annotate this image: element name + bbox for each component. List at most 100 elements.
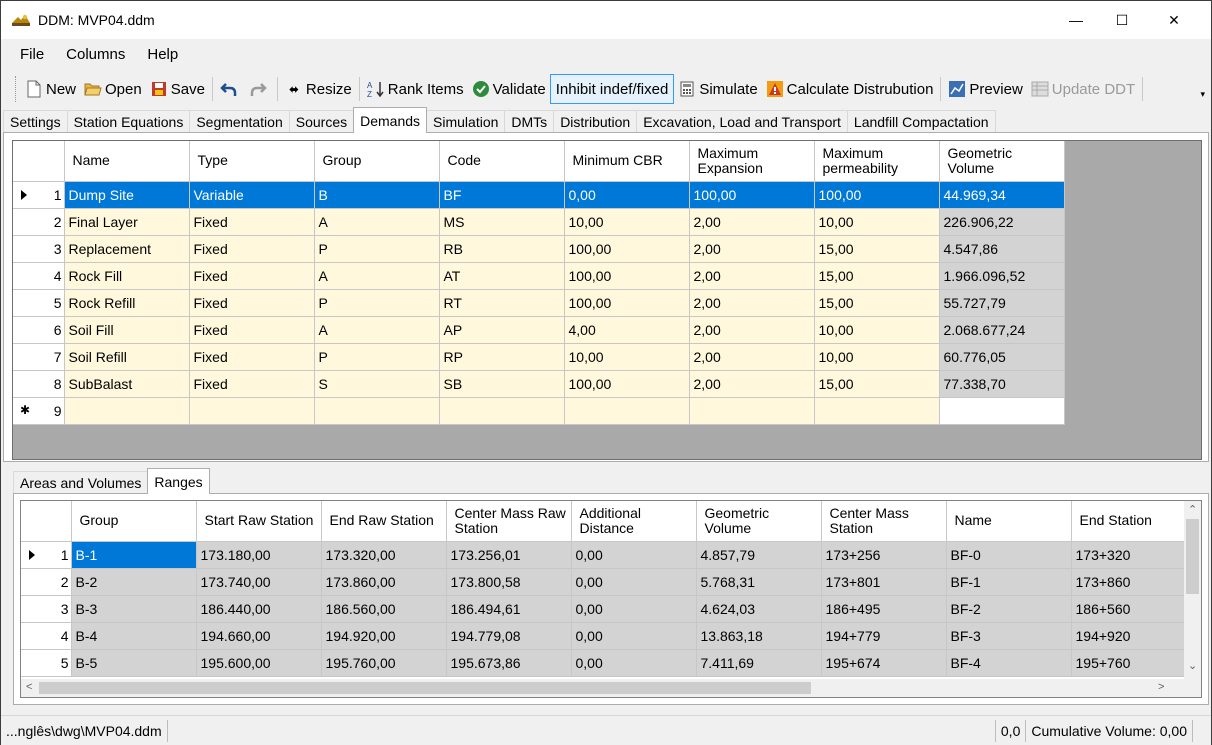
tab-simulation[interactable]: Simulation [426,110,506,133]
toolbar-overflow-icon[interactable]: ▾ [1200,89,1205,100]
column-header[interactable]: Name [946,501,1072,542]
demand-cell[interactable]: Fixed [189,235,315,263]
demand-cell[interactable]: 15,00 [814,262,940,290]
rank-items-button[interactable]: AZ Rank Items [363,74,468,104]
demand-cell[interactable] [564,397,690,425]
range-cell[interactable]: 173+256 [821,541,947,569]
column-header[interactable]: Code [439,141,565,182]
range-cell[interactable]: 4.857,79 [696,541,822,569]
demand-cell[interactable]: 100,00 [564,289,690,317]
demand-cell[interactable]: 10,00 [564,343,690,371]
row-header[interactable]: 4 [13,262,65,290]
column-header[interactable]: Center Mass Raw Station [446,501,572,542]
demand-cell[interactable]: AP [439,316,565,344]
demand-cell[interactable]: 0,00 [564,181,690,209]
demand-cell[interactable]: Fixed [189,289,315,317]
demand-cell[interactable]: 100,00 [564,262,690,290]
demand-row[interactable]: 8 SubBalast Fixed S SB 100,00 2,00 15,00 77.338,… [13,370,1065,398]
row-header[interactable]: 5 [21,649,72,677]
range-cell[interactable]: 186.440,00 [196,595,322,623]
range-cell[interactable]: BF-1 [946,568,1072,596]
demand-cell[interactable]: Rock Fill [64,262,190,290]
demand-cell[interactable]: 2.068.677,24 [939,316,1065,344]
column-header[interactable]: Group [314,141,440,182]
demand-cell[interactable]: B [314,181,440,209]
row-header[interactable]: 7 [13,343,65,371]
row-header[interactable]: 3 [13,235,65,263]
range-cell[interactable]: BF-2 [946,595,1072,623]
tab-excavation[interactable]: Excavation, Load and Transport [636,110,848,133]
range-cell[interactable]: 0,00 [571,568,697,596]
range-cell[interactable]: 195.673,86 [446,649,572,677]
range-cell[interactable]: 195.760,00 [321,649,447,677]
demand-cell[interactable]: 1.966.096,52 [939,262,1065,290]
demand-cell[interactable]: 4.547,86 [939,235,1065,263]
demand-cell[interactable]: Soil Fill [64,316,190,344]
range-cell[interactable]: 173.180,00 [196,541,322,569]
range-cell[interactable]: 173.256,01 [446,541,572,569]
column-header[interactable]: Center Mass Station [821,501,947,542]
demand-cell[interactable] [189,397,315,425]
column-header[interactable]: Group [71,501,197,542]
horizontal-scrollbar[interactable]: < > [21,679,1201,697]
tab-distribution[interactable]: Distribution [553,110,638,133]
demand-cell[interactable]: S [314,370,440,398]
demand-cell[interactable]: 55.727,79 [939,289,1065,317]
row-header[interactable]: 4 [21,622,72,650]
demand-cell[interactable]: 60.776,05 [939,343,1065,371]
row-header[interactable]: 5 [13,289,65,317]
demand-cell[interactable]: Soil Refill [64,343,190,371]
demand-cell[interactable]: 10,00 [564,208,690,236]
demand-cell[interactable]: 44.969,34 [939,181,1065,209]
maximize-button[interactable]: ☐ [1099,1,1145,39]
tab-sources[interactable]: Sources [288,110,355,133]
demand-cell[interactable] [439,397,565,425]
demand-cell[interactable]: P [314,235,440,263]
range-cell[interactable]: 173+860 [1071,568,1197,596]
scroll-down-icon[interactable]: ⌄ [1188,659,1197,672]
row-header[interactable]: 6 [13,316,65,344]
range-row[interactable]: 1 B-1 173.180,00 173.320,00 173.256,01 0,00 4.… [21,541,1197,569]
scroll-right-icon[interactable]: > [1158,681,1164,693]
demand-cell[interactable]: 2,00 [689,343,815,371]
range-cell[interactable]: BF-0 [946,541,1072,569]
demand-cell[interactable]: 100,00 [814,181,940,209]
tab-landfill-compactation[interactable]: Landfill Compactation [846,110,996,133]
row-header[interactable]: 1 [21,541,72,569]
demand-cell[interactable]: Replacement [64,235,190,263]
toolbar-grip[interactable] [15,76,19,102]
demand-cell[interactable]: 10,00 [814,316,940,344]
tab-dmts[interactable]: DMTs [504,110,555,133]
range-cell[interactable]: B-2 [71,568,197,596]
new-button[interactable]: New [21,74,80,104]
demand-cell[interactable]: 15,00 [814,370,940,398]
range-row[interactable]: 2 B-2 173.740,00 173.860,00 173.800,58 0,00 5.… [21,568,1197,596]
range-cell[interactable]: BF-4 [946,649,1072,677]
tab-areas-and-volumes[interactable]: Areas and Volumes [13,471,149,494]
demand-cell[interactable] [939,397,1065,425]
range-cell[interactable]: B-5 [71,649,197,677]
tab-station-equations[interactable]: Station Equations [66,110,191,133]
demand-cell[interactable]: 100,00 [564,235,690,263]
menu-file[interactable]: File [9,46,55,63]
demand-cell[interactable]: 15,00 [814,289,940,317]
minimize-button[interactable]: — [1053,1,1099,39]
range-cell[interactable]: 186+560 [1071,595,1197,623]
column-header[interactable]: Geometric Volume [939,141,1065,182]
column-header[interactable]: End Station [1071,501,1197,542]
demand-cell[interactable]: RT [439,289,565,317]
calculate-distribution-button[interactable]: Calculate Distrubution [762,74,938,104]
demand-row[interactable]: 3 Replacement Fixed P RB 100,00 2,00 15,00 4.547… [13,235,1065,263]
inhibit-toggle-button[interactable]: Inhibit indef/fixed [549,74,675,104]
row-header[interactable]: 8 [13,370,65,398]
title-bar[interactable]: DDM: MVP04.ddm — ☐ ✕ [1,1,1211,39]
column-header[interactable]: End Raw Station [321,501,447,542]
range-cell[interactable]: 0,00 [571,595,697,623]
range-cell[interactable]: 5.768,31 [696,568,822,596]
preview-button[interactable]: Preview [944,74,1026,104]
demand-cell[interactable]: Dump Site [64,181,190,209]
row-header[interactable]: 2 [13,208,65,236]
demand-row[interactable]: 6 Soil Fill Fixed A AP 4,00 2,00 10,00 2.068.677… [13,316,1065,344]
resize-button[interactable]: ⬌ Resize [281,74,356,104]
demand-cell[interactable]: RB [439,235,565,263]
